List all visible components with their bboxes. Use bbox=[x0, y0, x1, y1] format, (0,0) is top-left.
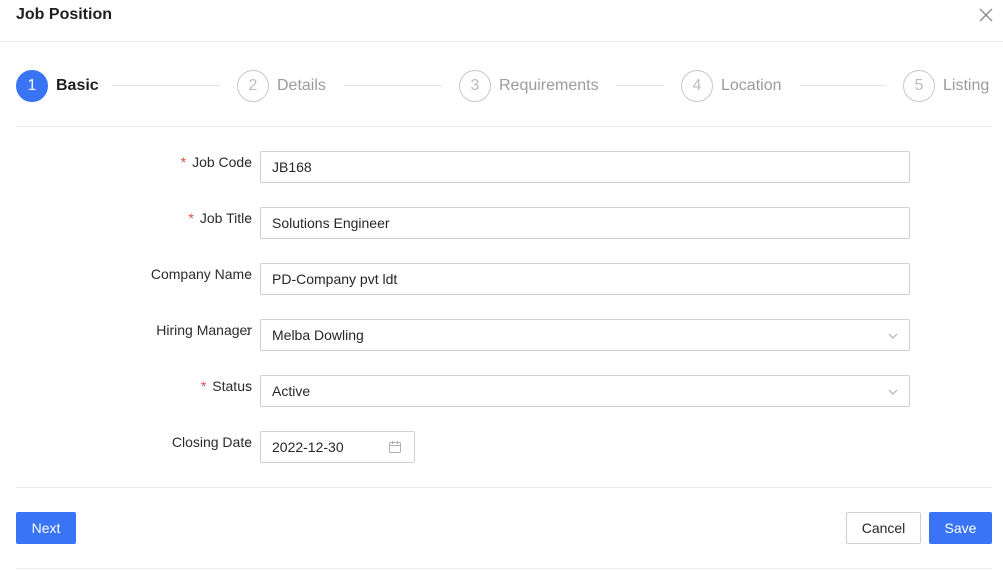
step-location[interactable]: 4 Location bbox=[681, 69, 782, 103]
required-mark: * bbox=[188, 210, 194, 226]
chevron-down-icon[interactable] bbox=[887, 385, 899, 397]
stepper-divider bbox=[16, 126, 992, 127]
step-number: 1 bbox=[16, 70, 48, 102]
label-colon: : bbox=[246, 266, 250, 282]
next-button[interactable]: Next bbox=[16, 512, 76, 544]
save-button[interactable]: Save bbox=[929, 512, 992, 544]
required-mark: * bbox=[200, 378, 207, 394]
form-divider bbox=[16, 487, 992, 488]
footer-divider bbox=[16, 568, 992, 569]
hiring-manager-select[interactable]: Melba Dowling bbox=[260, 319, 910, 351]
company-name-label: Company Name bbox=[150, 266, 252, 282]
label-colon: : bbox=[246, 434, 250, 450]
company-name-input[interactable] bbox=[272, 264, 909, 294]
closing-date-label: Closing Date bbox=[171, 434, 252, 450]
status-select[interactable]: Active bbox=[260, 375, 910, 407]
step-basic[interactable]: 1 Basic bbox=[16, 69, 99, 103]
label-colon: : bbox=[246, 154, 250, 170]
company-name-field[interactable] bbox=[260, 263, 910, 295]
closing-date-value: 2022-12-30 bbox=[272, 439, 344, 455]
job-title-field[interactable] bbox=[260, 207, 910, 239]
form-row-job-code: * Job Code : bbox=[0, 151, 1003, 183]
step-connector bbox=[800, 85, 886, 86]
close-icon[interactable] bbox=[977, 6, 995, 24]
label-colon: : bbox=[246, 210, 250, 226]
step-number: 4 bbox=[681, 70, 713, 102]
form-row-job-title: * Job Title : bbox=[0, 207, 1003, 239]
step-connector bbox=[112, 85, 220, 86]
step-label: Requirements bbox=[499, 77, 599, 94]
form-row-closing-date: Closing Date : 2022-12-30 bbox=[0, 431, 1003, 463]
step-details[interactable]: 2 Details bbox=[237, 69, 326, 103]
step-listing[interactable]: 5 Listing bbox=[903, 69, 989, 103]
modal-title: Job Position bbox=[16, 6, 112, 23]
stepper: 1 Basic 2 Details 3 Requirements 4 Locat… bbox=[16, 69, 992, 103]
step-number: 2 bbox=[237, 70, 269, 102]
job-code-field[interactable] bbox=[260, 151, 910, 183]
hiring-manager-label: Hiring Manager bbox=[156, 322, 252, 338]
status-label: * Status bbox=[200, 378, 252, 394]
step-label: Listing bbox=[943, 77, 990, 94]
job-code-input[interactable] bbox=[272, 152, 909, 182]
step-requirements[interactable]: 3 Requirements bbox=[459, 69, 599, 103]
job-code-label: * Job Code bbox=[180, 154, 252, 170]
form-row-company-name: Company Name : bbox=[0, 263, 1003, 295]
step-number: 5 bbox=[903, 70, 935, 102]
closing-date-picker[interactable]: 2022-12-30 bbox=[260, 431, 415, 463]
calendar-icon[interactable] bbox=[388, 440, 402, 454]
job-title-input[interactable] bbox=[272, 208, 909, 238]
step-connector bbox=[344, 85, 442, 86]
step-label: Details bbox=[277, 77, 326, 94]
form-row-hiring-manager: Hiring Manager : Melba Dowling bbox=[0, 319, 1003, 351]
step-label: Location bbox=[721, 77, 782, 94]
label-colon: : bbox=[246, 322, 250, 338]
step-label: Basic bbox=[56, 77, 99, 94]
label-colon: : bbox=[246, 378, 250, 394]
step-number: 3 bbox=[459, 70, 491, 102]
modal-header: Job Position bbox=[0, 0, 1003, 42]
hiring-manager-value: Melba Dowling bbox=[272, 327, 364, 343]
step-connector bbox=[616, 85, 664, 86]
chevron-down-icon[interactable] bbox=[887, 329, 899, 341]
cancel-button[interactable]: Cancel bbox=[846, 512, 921, 544]
status-value: Active bbox=[272, 383, 311, 399]
required-mark: * bbox=[180, 154, 187, 170]
form-row-status: * Status : Active bbox=[0, 375, 1003, 407]
job-title-label: * Job Title bbox=[188, 210, 252, 226]
